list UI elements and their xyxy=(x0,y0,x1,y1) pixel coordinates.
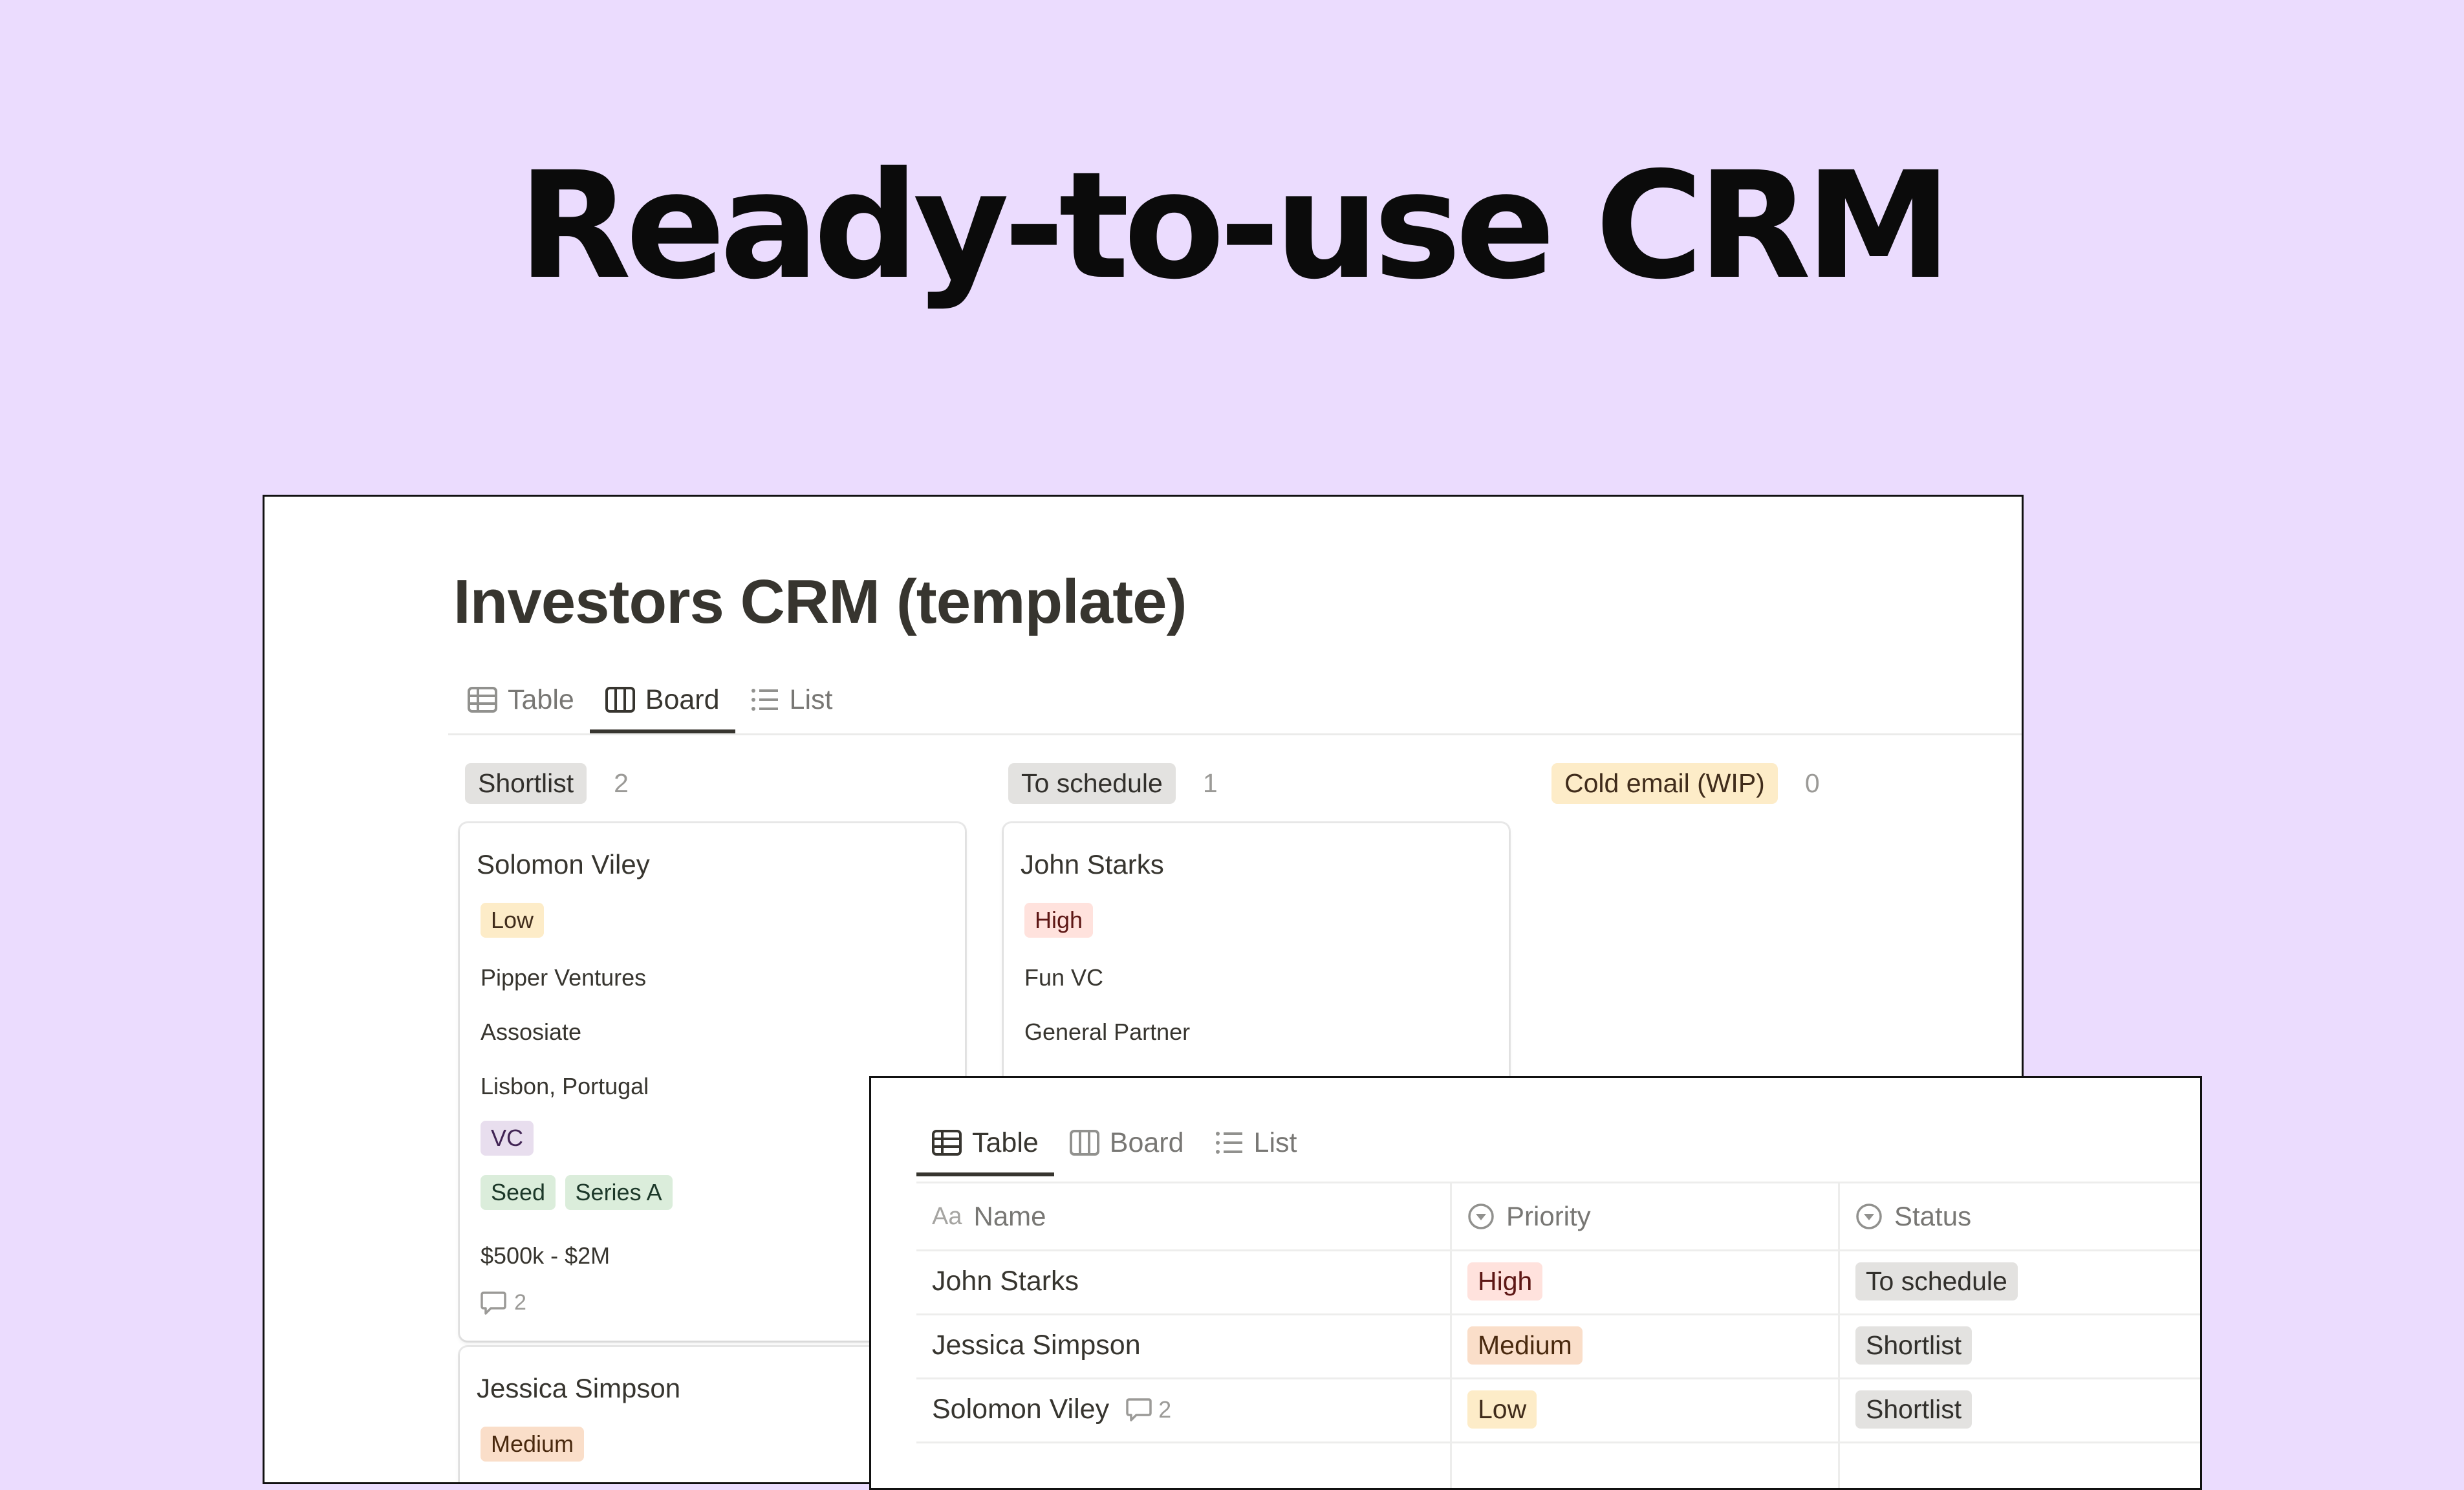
column-header-status[interactable]: Status xyxy=(1855,1183,1971,1249)
column-label: Name xyxy=(973,1201,1046,1231)
row-name[interactable]: Solomon Viley xyxy=(932,1394,1109,1425)
group-count: 0 xyxy=(1804,768,1820,798)
tab-table-label: Table xyxy=(972,1127,1039,1158)
priority-tag: High xyxy=(1024,903,1094,938)
card-name: Solomon Viley xyxy=(477,849,650,880)
column-label: Priority xyxy=(1506,1201,1591,1231)
priority-tag[interactable]: High xyxy=(1467,1262,1543,1301)
priority-tag[interactable]: Medium xyxy=(1467,1326,1583,1365)
card-check-size: $500k - $2M xyxy=(481,1242,611,1269)
card-company: Pipper Ventures xyxy=(481,964,647,991)
column-header-name[interactable]: Aa Name xyxy=(932,1183,1046,1249)
column-label: Status xyxy=(1894,1201,1972,1231)
view-tabs: Table Board List xyxy=(916,1110,1313,1176)
group-label: To schedule xyxy=(1008,763,1176,804)
select-icon xyxy=(1856,1204,1882,1229)
stage-tag: Seed xyxy=(481,1175,556,1210)
table-window: Table Board List Aa Name Priority Status… xyxy=(869,1076,2202,1490)
table-icon xyxy=(932,1130,962,1156)
list-icon xyxy=(1215,1132,1242,1154)
group-count: 2 xyxy=(614,768,629,798)
stage-tag: Series A xyxy=(565,1175,673,1210)
tab-board[interactable]: Board xyxy=(1054,1110,1200,1175)
group-label: Shortlist xyxy=(465,763,587,804)
tab-table[interactable]: Table xyxy=(452,667,590,732)
card-company: Fun VC xyxy=(1024,964,1104,991)
select-icon xyxy=(1468,1204,1494,1229)
row-name[interactable]: John Starks xyxy=(932,1249,1079,1313)
list-icon xyxy=(751,689,778,711)
status-tag[interactable]: Shortlist xyxy=(1855,1326,1972,1365)
comment-count: 2 xyxy=(514,1290,526,1315)
card-location: Lisbon, Portugal xyxy=(481,1073,649,1099)
column-header-to-schedule[interactable]: To schedule 1 xyxy=(1008,763,1218,804)
tab-list[interactable]: List xyxy=(735,667,848,732)
comment-count: 2 xyxy=(1158,1396,1172,1423)
tab-board-label: Board xyxy=(1109,1127,1184,1158)
tab-board[interactable]: Board xyxy=(589,667,735,733)
tab-table[interactable]: Table xyxy=(916,1110,1054,1176)
tab-list[interactable]: List xyxy=(1200,1110,1313,1175)
column-header-cold-email[interactable]: Cold email (WIP) 0 xyxy=(1551,763,1820,804)
group-count: 1 xyxy=(1202,768,1218,798)
group-label: Cold email (WIP) xyxy=(1551,763,1778,804)
table-header: Aa Name Priority Status xyxy=(916,1182,2200,1251)
comment-icon xyxy=(481,1291,506,1315)
table-icon xyxy=(468,687,497,713)
board-icon xyxy=(605,687,635,713)
column-header-priority[interactable]: Priority xyxy=(1467,1183,1591,1249)
row-comments[interactable]: 2 xyxy=(1126,1396,1171,1423)
card-role: General Partner xyxy=(1024,1019,1191,1045)
card-name: Jessica Simpson xyxy=(477,1373,681,1403)
priority-tag: Low xyxy=(481,903,545,938)
row-name[interactable]: Jessica Simpson xyxy=(932,1313,1141,1377)
type-tag: VC xyxy=(481,1121,534,1156)
text-property-icon: Aa xyxy=(932,1202,962,1230)
column-header-shortlist[interactable]: Shortlist 2 xyxy=(465,763,629,804)
comment-icon xyxy=(1126,1398,1152,1421)
hero-title: Ready-to-use CRM xyxy=(517,140,1952,312)
tab-list-label: List xyxy=(1253,1127,1297,1158)
card-name: John Starks xyxy=(1021,849,1164,880)
priority-tag[interactable]: Low xyxy=(1467,1390,1537,1429)
priority-tag: Medium xyxy=(481,1427,585,1462)
table-row[interactable]: Jessica Simpson Medium Shortlist xyxy=(916,1313,2200,1379)
table-row[interactable]: John Starks High To schedule xyxy=(916,1249,2200,1315)
page-title: Investors CRM (template) xyxy=(453,567,1187,636)
tab-list-label: List xyxy=(789,684,833,715)
board-icon xyxy=(1069,1130,1099,1156)
tab-table-label: Table xyxy=(508,684,574,715)
status-tag[interactable]: To schedule xyxy=(1855,1262,2018,1301)
card-comments[interactable]: 2 xyxy=(481,1290,526,1315)
card-role: Assosiate xyxy=(481,1019,582,1045)
view-tabs: Table Board List xyxy=(452,667,848,733)
tab-board-label: Board xyxy=(645,684,720,715)
status-tag[interactable]: Shortlist xyxy=(1855,1390,1972,1429)
table-row[interactable]: Solomon Viley 2 Low Shortlist xyxy=(916,1377,2200,1443)
tabs-divider xyxy=(448,733,2022,735)
